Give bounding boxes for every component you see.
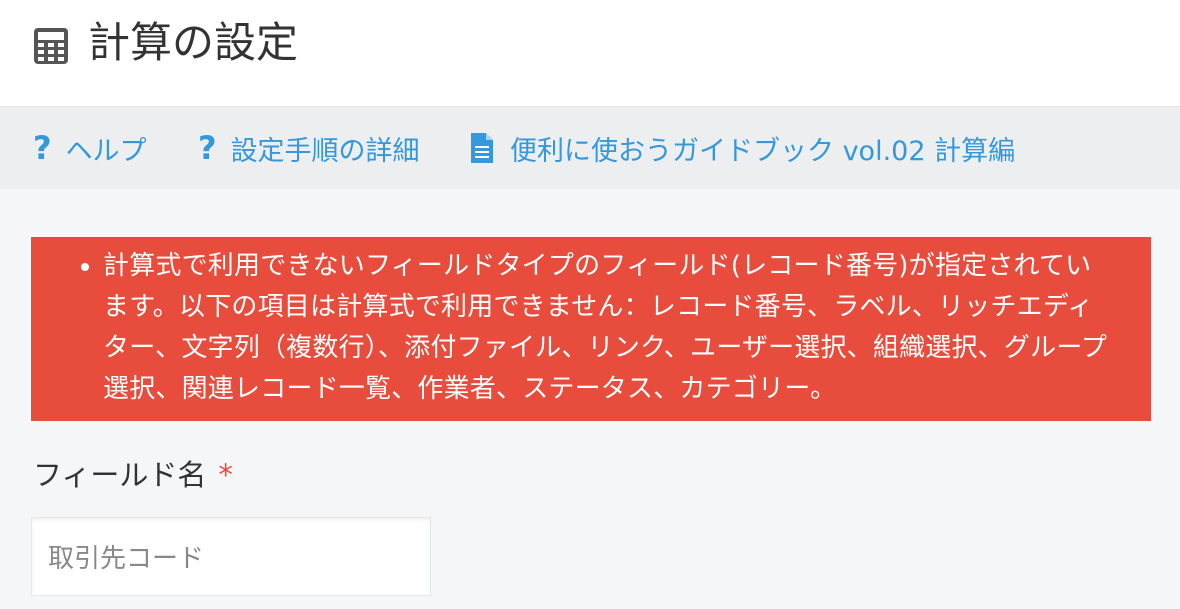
page-header: 計算の設定 (0, 0, 1180, 107)
guidebook-link-label: 便利に使おうガイドブック vol.02 計算編 (510, 135, 1016, 167)
help-link-label: ヘルプ (65, 135, 147, 167)
field-name-label-text: フィールド名 (33, 458, 207, 492)
error-message: 計算式で利用できないフィールドタイプのフィールド(レコード番号)が指定されていま… (103, 246, 1115, 410)
page-title: 計算の設定 (88, 18, 299, 67)
calculator-icon (34, 28, 68, 64)
error-alert: 計算式で利用できないフィールドタイプのフィールド(レコード番号)が指定されていま… (31, 237, 1151, 421)
required-mark: * (218, 458, 233, 492)
error-list: 計算式で利用できないフィールドタイプのフィールド(レコード番号)が指定されていま… (31, 237, 1151, 410)
document-icon (471, 133, 493, 163)
guidebook-link[interactable]: 便利に使おうガイドブック vol.02 計算編 (470, 128, 1015, 168)
question-icon: ? (33, 129, 52, 167)
help-link[interactable]: ? ヘルプ (33, 128, 147, 168)
question-icon: ? (198, 129, 217, 167)
field-name-input[interactable] (31, 517, 431, 596)
setup-steps-link[interactable]: ? 設定手順の詳細 (198, 128, 420, 168)
field-name-label: フィールド名 * (33, 451, 233, 499)
setup-steps-link-label: 設定手順の詳細 (230, 135, 420, 167)
